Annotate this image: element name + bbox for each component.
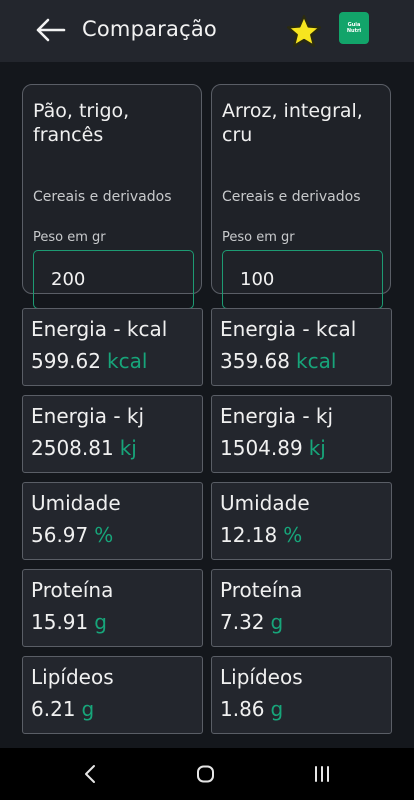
back-button[interactable] [30,12,70,48]
nutrient-value-row: 12.18% [220,523,302,547]
food-category: Cereais e derivados [33,189,172,205]
nutrient-value-row: 1504.89 kj [220,436,326,460]
nutrient-card-energy-kj-food1: Energia - kj 2508.81 kj [22,395,203,473]
nutrient-unit: % [283,523,303,547]
nutrient-label: Proteína [31,578,114,602]
nutrient-value-row: 359.68 kcal [220,349,336,373]
nutrient-card-moisture-food1: Umidade 56.97% [22,482,203,560]
nutrient-label: Energia - kcal [31,317,168,341]
nav-home-icon [197,765,214,783]
nutrient-unit: % [94,523,114,547]
nutrient-card-energy-kj-food2: Energia - kj 1504.89 kj [211,395,392,473]
weight-input[interactable]: 200 [33,250,194,309]
nutrient-label: Proteína [220,578,303,602]
nutrient-label: Energia - kcal [220,317,357,341]
nutrient-unit: g [81,697,95,721]
nutrient-label: Umidade [220,491,310,515]
nutrient-value-row: 1.86 g [220,697,283,721]
nutrient-unit: g [94,610,107,634]
nutrient-label: Lipídeos [220,665,303,689]
food-card-1: Pão, trigo, francês Cereais e derivados … [22,84,202,309]
nutrient-value-row: 2508.81 kj [31,436,137,460]
nutrient-value: 2508.81 [31,436,114,460]
food-card-2: Arroz, integral, cru Cereais e derivados… [211,84,391,309]
nutrient-value: 599.62 [31,349,101,373]
weight-label: Peso em gr [33,230,106,245]
food-category: Cereais e derivados [222,189,361,205]
nutrient-value-row: 7.32 g [220,610,283,634]
nutrient-label: Energia - kj [31,404,145,428]
nutrient-value: 1.86 [220,697,265,721]
food-name: Pão, trigo, francês [33,100,130,146]
nav-recents-button[interactable] [302,758,342,790]
nutrient-unit: kcal [295,349,337,373]
nutrient-value: 6.21 [31,697,76,721]
nutrient-card-energy-kcal-food2: Energia - kcal 359.68 kcal [211,308,392,386]
nutrient-value: 359.68 [220,349,290,373]
nutrient-unit: kcal [106,349,148,373]
nutrient-unit: kj [119,436,137,460]
nutrient-unit: g [270,697,284,721]
app-bar: Comparação Guia Nutri [0,0,414,62]
nutrient-value: 7.32 [220,610,265,634]
comparison-content[interactable]: Pão, trigo, francês Cereais e derivados … [0,62,414,748]
nutrient-value-row: 599.62 kcal [31,349,147,373]
nutrient-value-row: 56.97% [31,523,113,547]
app-logo: Guia Nutri [339,12,369,44]
nutrient-value: 56.97 [31,523,89,547]
weight-input[interactable]: 100 [222,250,383,309]
nutrient-value: 1504.89 [220,436,303,460]
nutrient-card-lipids-food1: Lipídeos 6.21 g [22,656,203,734]
nutrient-card-energy-kcal-food1: Energia - kcal 599.62 kcal [22,308,203,386]
nutrient-card-protein-food1: Proteína 15.91 g [22,569,203,647]
nutrient-card-lipids-food2: Lipídeos 1.86 g [211,656,392,734]
nutrient-label: Energia - kj [220,404,334,428]
page-title: Comparação [82,17,217,41]
favorite-button[interactable] [284,12,324,50]
system-navigation-bar [0,748,414,800]
nutrient-value-row: 6.21 g [31,697,94,721]
nutrient-card-moisture-food2: Umidade 12.18% [211,482,392,560]
nav-recents-icon [315,766,329,782]
food-name: Arroz, integral, cru [222,100,363,146]
nav-back-button[interactable] [70,758,110,790]
arrow-left-icon [36,18,66,42]
nutrient-card-protein-food2: Proteína 7.32 g [211,569,392,647]
weight-label: Peso em gr [222,230,295,245]
nutrient-value: 12.18 [220,523,278,547]
nutrient-unit: kj [308,436,326,460]
nav-back-icon [85,765,95,783]
nutrient-value-row: 15.91 g [31,610,107,634]
nutrient-unit: g [270,610,284,634]
nutrient-label: Umidade [31,491,121,515]
nutrient-value: 15.91 [31,610,89,634]
nutrient-label: Lipídeos [31,665,114,689]
logo-text-line2: Nutri [346,28,362,34]
nav-home-button[interactable] [186,758,226,790]
star-icon [286,14,322,48]
